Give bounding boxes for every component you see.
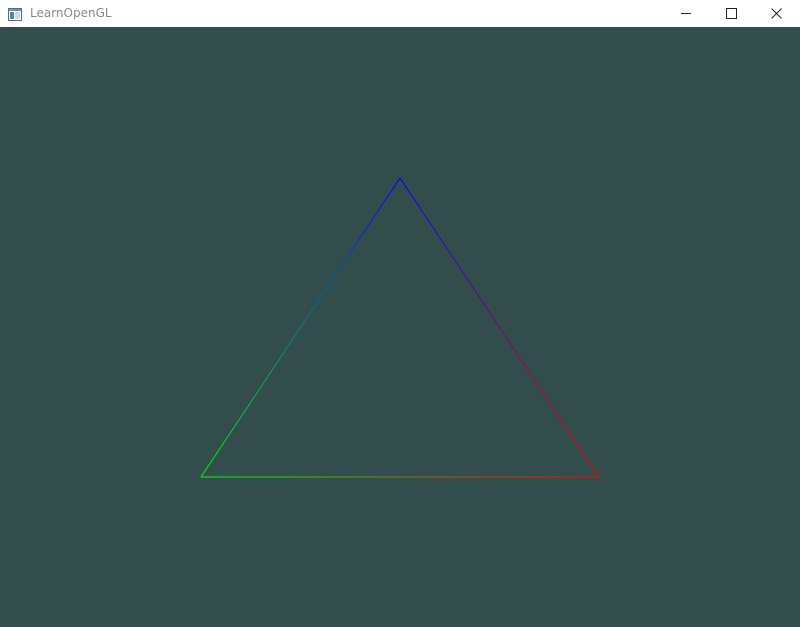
minimize-button[interactable] — [664, 0, 709, 27]
maximize-icon — [726, 8, 737, 19]
opengl-viewport[interactable] — [0, 27, 800, 627]
window-title: LearnOpenGL — [30, 6, 112, 20]
app-window: LearnOpenGL — [0, 0, 801, 627]
render-canvas — [0, 27, 800, 627]
title-bar[interactable]: LearnOpenGL — [0, 0, 801, 27]
close-icon — [771, 8, 782, 19]
clear-background — [0, 27, 800, 627]
app-window-icon — [8, 6, 22, 21]
maximize-button[interactable] — [709, 0, 754, 27]
minimize-icon — [681, 13, 691, 14]
close-button[interactable] — [754, 0, 799, 27]
